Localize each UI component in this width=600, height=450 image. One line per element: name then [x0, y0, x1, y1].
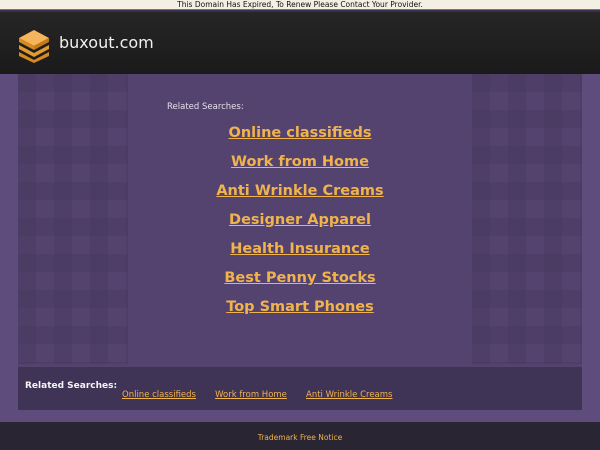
related-link[interactable]: Top Smart Phones — [18, 297, 582, 326]
related-link[interactable]: Online classifieds — [18, 123, 582, 152]
header: buxout.com — [0, 10, 600, 74]
related-searches-panel: Related Searches: Online classifieds Wor… — [18, 74, 582, 367]
related-link[interactable]: Health Insurance — [18, 239, 582, 268]
related-link[interactable]: Designer Apparel — [18, 210, 582, 239]
bottom-related-link[interactable]: Work from Home — [215, 390, 287, 400]
related-searches-label: Related Searches: — [167, 102, 244, 112]
bottom-related-bar: Related Searches: Online classifieds Wor… — [18, 367, 582, 410]
related-link[interactable]: Best Penny Stocks — [18, 268, 582, 297]
related-link[interactable]: Anti Wrinkle Creams — [18, 181, 582, 210]
bottom-related-link[interactable]: Online classifieds — [122, 390, 196, 400]
stacked-layers-logo-icon — [19, 30, 49, 63]
related-link[interactable]: Work from Home — [18, 152, 582, 181]
main-area: Related Searches: Online classifieds Wor… — [0, 74, 600, 422]
footer: Trademark Free Notice — [0, 422, 600, 450]
related-links-list: Online classifieds Work from Home Anti W… — [18, 123, 582, 326]
bottom-links: Online classifieds Work from Home Anti W… — [122, 382, 406, 401]
site-name: buxout.com — [59, 33, 154, 52]
expired-domain-notice: This Domain Has Expired, To Renew Please… — [0, 0, 600, 10]
bottom-related-link[interactable]: Anti Wrinkle Creams — [306, 390, 392, 400]
trademark-notice-link[interactable]: Trademark Free Notice — [0, 433, 600, 442]
bottom-related-label: Related Searches: — [25, 381, 118, 391]
